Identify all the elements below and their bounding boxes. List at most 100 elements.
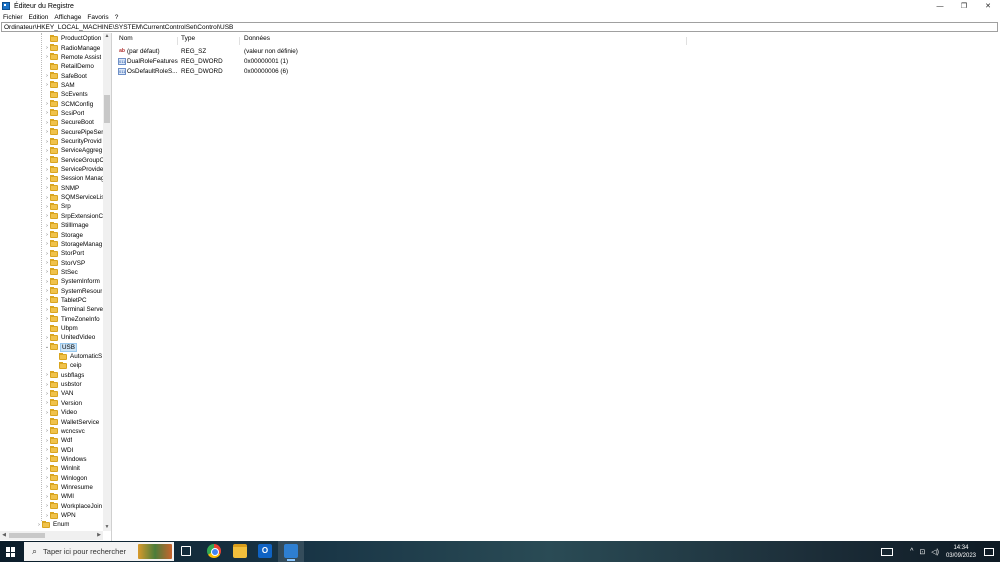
column-type[interactable]: Type xyxy=(181,35,195,42)
tree-item-wdi[interactable]: › WDI xyxy=(44,445,73,454)
regedit-icon[interactable] xyxy=(284,544,298,561)
tree-item-secureboot[interactable]: › SecureBoot xyxy=(44,118,94,127)
scroll-up-icon[interactable]: ▲ xyxy=(103,33,111,40)
tree-item-label: SecureBoot xyxy=(61,119,94,127)
close-button[interactable]: ✕ xyxy=(976,0,1000,12)
tree-item-retaildemo[interactable]: RetailDemo xyxy=(44,62,94,71)
menu-edition[interactable]: Edition xyxy=(26,14,52,21)
menu-bar: Fichier Edition Affichage Favoris ? xyxy=(0,12,1000,22)
tree-item-systeminform[interactable]: › SystemInform xyxy=(44,277,100,286)
tree-item-storagemanag[interactable]: › StorageManag xyxy=(44,240,102,249)
network-icon[interactable]: ⊡ xyxy=(919,548,925,556)
tree-item-productoption[interactable]: ProductOption xyxy=(44,34,101,43)
tree-item-windows[interactable]: › Windows xyxy=(44,455,87,464)
tree-item-radiomanage[interactable]: › RadioManage xyxy=(44,43,100,52)
touch-keyboard-icon[interactable] xyxy=(881,547,894,556)
scroll-down-icon[interactable]: ▼ xyxy=(103,524,111,531)
scroll-left-icon[interactable]: ◀ xyxy=(0,532,8,539)
tree-item-van[interactable]: › VAN xyxy=(44,389,73,398)
maximize-button[interactable]: ❐ xyxy=(952,0,976,12)
scroll-right-icon[interactable]: ▶ xyxy=(95,532,103,539)
outlook-icon[interactable]: O xyxy=(258,544,272,558)
column-divider[interactable] xyxy=(177,37,178,45)
tree-item-usbflags[interactable]: › usbflags xyxy=(44,371,84,380)
start-button[interactable] xyxy=(6,547,16,557)
column-name[interactable]: Nom xyxy=(119,35,133,42)
tree-item-wmi[interactable]: › WMI xyxy=(44,492,74,501)
tree-item-automatics[interactable]: AutomaticS xyxy=(53,352,102,361)
menu-affichage[interactable]: Affichage xyxy=(51,14,84,21)
column-divider[interactable] xyxy=(239,37,240,45)
tree-item-usb[interactable]: ⌄ USB xyxy=(44,342,77,352)
values-list[interactable]: Nom Type Données ab (par défaut) REG_SZ … xyxy=(114,33,1000,541)
tree-item-unitedvideo[interactable]: › UnitedVideo xyxy=(44,333,95,342)
value-row[interactable]: ab (par défaut) REG_SZ (valeur non défin… xyxy=(114,47,514,57)
tree-item-enum[interactable]: › Enum xyxy=(36,520,69,529)
tree-item-wdf[interactable]: › Wdf xyxy=(44,436,72,445)
folder-icon xyxy=(50,109,58,117)
tree-item-srpextensionc[interactable]: › SrpExtensionC xyxy=(44,212,103,221)
tree-vertical-scrollbar[interactable]: ▲ ▼ xyxy=(103,33,111,531)
tree-item-workplacejoin[interactable]: › WorkplaceJoin xyxy=(44,502,102,511)
tree-item-tabletpc[interactable]: › TabletPC xyxy=(44,296,87,305)
chrome-icon[interactable] xyxy=(207,544,221,558)
tree-item-storport[interactable]: › StorPort xyxy=(44,249,84,258)
tree-horizontal-scrollbar[interactable]: ◀ ▶ xyxy=(0,531,103,540)
menu-favoris[interactable]: Favoris xyxy=(84,14,111,21)
column-divider[interactable] xyxy=(686,37,687,45)
tree-item-securepipeser[interactable]: › SecurePipeSer xyxy=(44,128,103,137)
file-explorer-icon[interactable] xyxy=(233,544,247,558)
tree-item-wcncsvc[interactable]: › wcncsvc xyxy=(44,427,85,436)
tree-item-scsiport[interactable]: › ScsiPort xyxy=(44,109,84,118)
tree-item-safeboot[interactable]: › SafeBoot xyxy=(44,71,87,80)
task-view-icon[interactable] xyxy=(181,546,191,556)
clock[interactable]: 14:34 03/09/2023 xyxy=(946,544,976,560)
tree-item-ubpm[interactable]: Ubpm xyxy=(44,324,78,333)
tree-item-wpn[interactable]: › WPN xyxy=(44,511,76,520)
value-row[interactable]: 011 OsDefaultRoleS... REG_DWORD 0x000000… xyxy=(114,67,514,77)
tree-item-video[interactable]: › Video xyxy=(44,408,77,417)
tree-item-winresume[interactable]: › Winresume xyxy=(44,483,93,492)
tree-item-walletservice[interactable]: WalletService xyxy=(44,417,99,426)
tree-item-securityprovid[interactable]: › SecurityProvid xyxy=(44,137,102,146)
tree-item-stsec[interactable]: › StSec xyxy=(44,268,78,277)
tree-item-systemresour[interactable]: › SystemResour xyxy=(44,286,102,295)
tree-item-winlogon[interactable]: › Winlogon xyxy=(44,473,87,482)
tree-item-servicegroupc[interactable]: › ServiceGroupC xyxy=(44,156,104,165)
tree-item-serviceaggreg[interactable]: › ServiceAggreg xyxy=(44,146,102,155)
tree-item-remote-assist[interactable]: › Remote Assist xyxy=(44,53,101,62)
tree-item-storage[interactable]: › Storage xyxy=(44,230,83,239)
tree-item-winlnit[interactable]: › Winlnit xyxy=(44,464,80,473)
tree-item-terminal-serve[interactable]: › Terminal Serve xyxy=(44,305,103,314)
taskbar-search-box[interactable]: ⌕ Taper ici pour rechercher xyxy=(24,542,174,561)
tree-item-scmconfig[interactable]: › SCMConfig xyxy=(44,99,93,108)
tree-scroll-thumb[interactable] xyxy=(104,95,110,123)
show-hidden-icons-icon[interactable]: ^ xyxy=(910,548,913,555)
folder-icon xyxy=(50,268,58,276)
notifications-icon[interactable] xyxy=(984,547,994,556)
tree-item-sam[interactable]: › SAM xyxy=(44,81,75,90)
value-row[interactable]: 011 DualRoleFeatures REG_DWORD 0x0000000… xyxy=(114,57,514,67)
tree-item-sqmservicelis[interactable]: › SQMServiceLis xyxy=(44,193,104,202)
tree-item-label: Srp xyxy=(61,203,71,211)
volume-icon[interactable]: ◁) xyxy=(931,548,939,556)
tree-item-srp[interactable]: › Srp xyxy=(44,202,71,211)
tree-item-snmp[interactable]: › SNMP xyxy=(44,184,79,193)
tree-hscroll-thumb[interactable] xyxy=(9,533,45,538)
menu-help[interactable]: ? xyxy=(112,14,122,21)
tree-item-serviceprovide[interactable]: › ServiceProvide xyxy=(44,165,103,174)
address-bar[interactable]: Ordinateur\HKEY_LOCAL_MACHINE\SYSTEM\Cur… xyxy=(1,22,998,32)
tree-item-version[interactable]: › Version xyxy=(44,399,82,408)
tree-item-ceip[interactable]: ceip xyxy=(53,361,82,370)
tree-item-usbstor[interactable]: › usbstor xyxy=(44,380,82,389)
column-data[interactable]: Données xyxy=(244,35,270,42)
tree-item-session-manag[interactable]: › Session Manag xyxy=(44,174,104,183)
tree-item-stillimage[interactable]: › StillImage xyxy=(44,221,89,230)
minimize-button[interactable]: — xyxy=(928,0,952,12)
tree-item-scevents[interactable]: ScEvents xyxy=(44,90,88,99)
tree-item-storvsp[interactable]: › StorVSP xyxy=(44,258,85,267)
menu-fichier[interactable]: Fichier xyxy=(0,14,26,21)
tree-item-label: Version xyxy=(61,399,83,407)
tree-item-timezoneinfo[interactable]: › TimeZoneInfo xyxy=(44,315,100,324)
registry-key-tree[interactable]: ProductOption › RadioManage › Remote Assist R… xyxy=(0,33,112,541)
